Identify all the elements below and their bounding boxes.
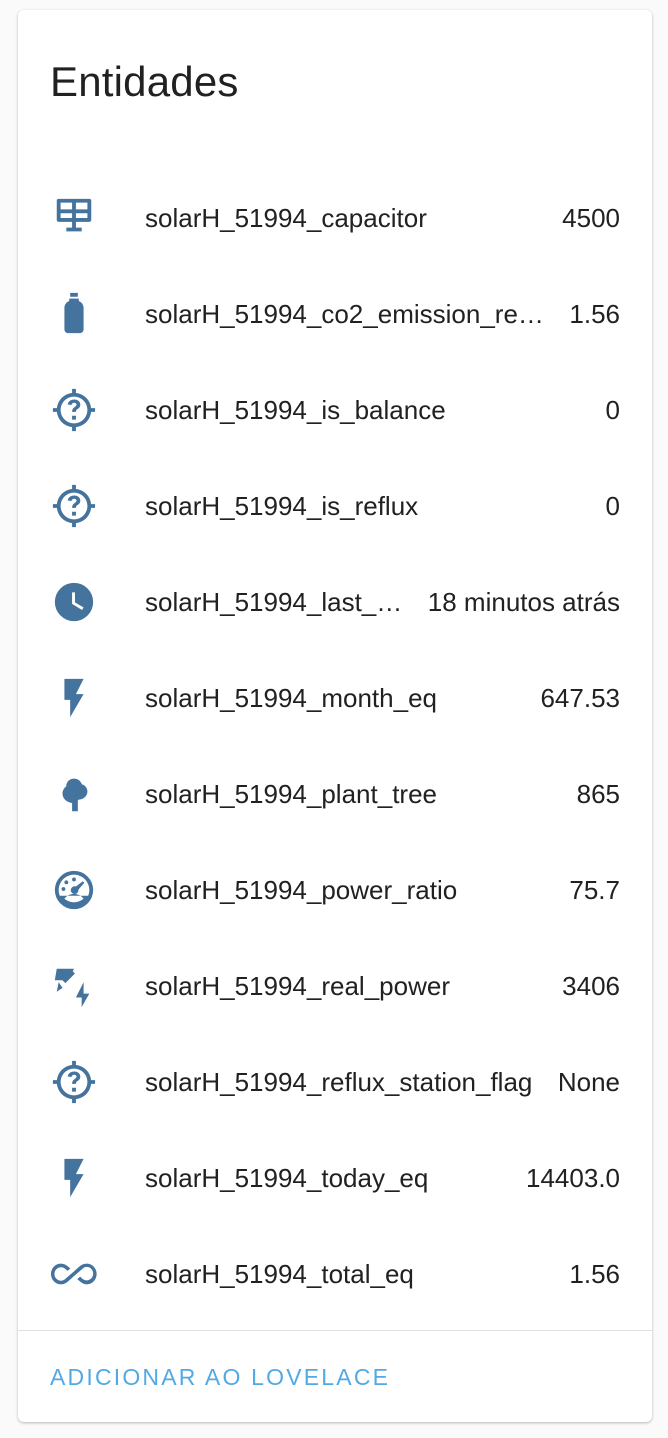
- entity-name: solarH_51994_is_reflux: [145, 490, 419, 521]
- entity-row[interactable]: solarH_51994_today_eq 14403.0: [18, 1130, 652, 1226]
- entity-row[interactable]: solarH_51994_is_balance 0: [18, 362, 652, 458]
- solar-power-icon: [50, 962, 98, 1010]
- entity-state: 0: [605, 490, 620, 521]
- entity-name: solarH_51994_today_eq: [145, 1162, 429, 1193]
- entity-name: solarH_51994_co2_emission_reduction: [145, 298, 553, 329]
- entity-state: 18 minutos atrás: [427, 586, 620, 617]
- help-target-icon: [50, 482, 98, 530]
- gas-cylinder-icon: [50, 290, 98, 338]
- entity-state: 4500: [562, 202, 620, 233]
- entity-state: 865: [576, 778, 620, 809]
- entity-row[interactable]: solarH_51994_power_ratio 75.7: [18, 842, 652, 938]
- clock-icon: [50, 578, 98, 626]
- entity-state: 1.56: [569, 1258, 620, 1289]
- entity-name: solarH_51994_last_update: [145, 586, 412, 617]
- tree-icon: [50, 770, 98, 818]
- entity-row[interactable]: solarH_51994_is_reflux 0: [18, 458, 652, 554]
- entity-state: 1.56: [569, 298, 620, 329]
- entity-state: 0: [605, 394, 620, 425]
- card-actions: ADICIONAR AO LOVELACE: [18, 1331, 652, 1422]
- flash-icon: [50, 1154, 98, 1202]
- entity-name: solarH_51994_month_eq: [145, 682, 437, 713]
- entity-list: solarH_51994_capacitor 4500 solarH_51994_c…: [18, 170, 652, 1322]
- solar-panel-icon: [50, 194, 98, 242]
- entity-row[interactable]: solarH_51994_last_update 18 minutos atrás: [18, 554, 652, 650]
- help-target-icon: [50, 1058, 98, 1106]
- entity-row[interactable]: solarH_51994_total_eq 1.56: [18, 1226, 652, 1322]
- entity-name: solarH_51994_reflux_station_flag: [145, 1066, 533, 1097]
- card-title: Entidades: [50, 58, 239, 105]
- entity-state: 14403.0: [526, 1162, 620, 1193]
- entity-state: None: [557, 1066, 620, 1097]
- entity-row[interactable]: solarH_51994_real_power 3406: [18, 938, 652, 1034]
- add-to-lovelace-button[interactable]: ADICIONAR AO LOVELACE: [34, 1357, 406, 1397]
- entity-row[interactable]: solarH_51994_plant_tree 865: [18, 746, 652, 842]
- entities-card: Entidades solarH_51994_capacitor 4500 sola…: [18, 10, 652, 1422]
- entity-row[interactable]: solarH_51994_reflux_station_flag None: [18, 1034, 652, 1130]
- entity-name: solarH_51994_power_ratio: [145, 874, 458, 905]
- entity-name: solarH_51994_real_power: [145, 970, 450, 1001]
- entity-state: 647.53: [540, 682, 620, 713]
- entity-name: solarH_51994_total_eq: [145, 1258, 414, 1289]
- entity-row[interactable]: solarH_51994_month_eq 647.53: [18, 650, 652, 746]
- entity-name: solarH_51994_capacitor: [145, 202, 427, 233]
- help-target-icon: [50, 386, 98, 434]
- gauge-icon: [50, 866, 98, 914]
- entity-state: 3406: [562, 970, 620, 1001]
- entity-name: solarH_51994_plant_tree: [145, 778, 437, 809]
- infinity-icon: [50, 1250, 98, 1298]
- entity-name: solarH_51994_is_balance: [145, 394, 446, 425]
- entity-row[interactable]: solarH_51994_co2_emission_reduction 1.56: [18, 266, 652, 362]
- flash-icon: [50, 674, 98, 722]
- entity-row[interactable]: solarH_51994_capacitor 4500: [18, 170, 652, 266]
- entity-state: 75.7: [569, 874, 620, 905]
